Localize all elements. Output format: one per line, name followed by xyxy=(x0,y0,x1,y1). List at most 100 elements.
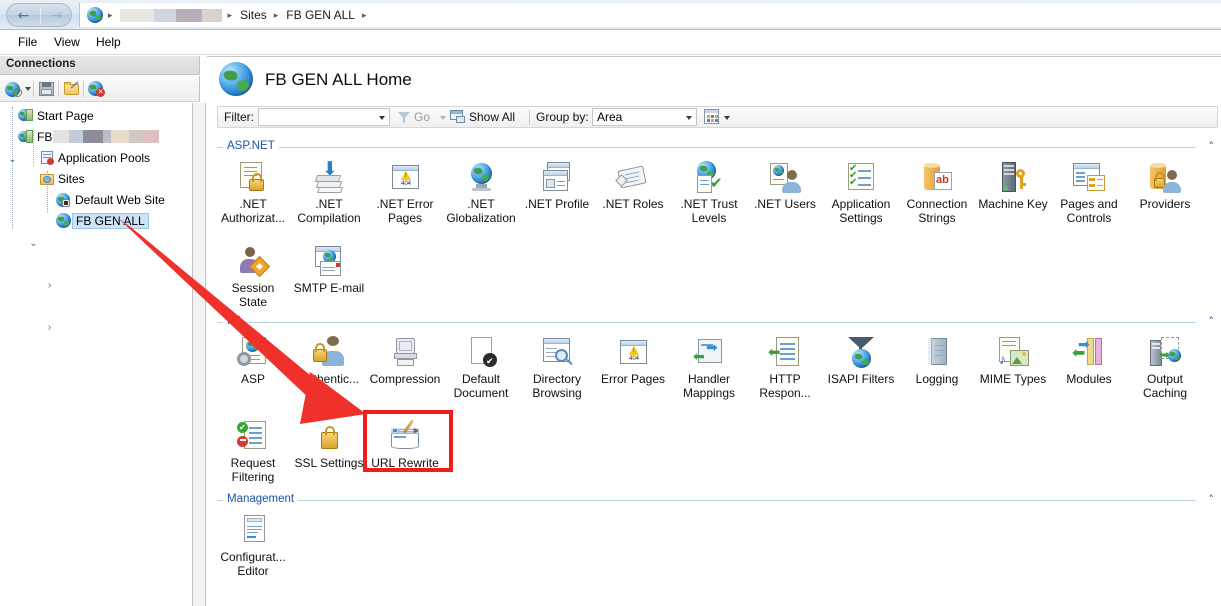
tile-authentication[interactable]: Authentic... xyxy=(293,336,365,386)
tile-connection-strings[interactable]: ab Connection Strings xyxy=(901,161,973,225)
chevron-down-icon[interactable] xyxy=(379,116,385,120)
connections-tree[interactable]: Start Page ⌄ FB Application Pools ⌄ Site… xyxy=(0,103,193,606)
menu-bar: File View Help xyxy=(0,30,1221,55)
section-collapse-chevron[interactable]: ˄ xyxy=(1209,140,1215,153)
tree-item-server[interactable]: ⌄ FB xyxy=(0,126,160,165)
tile-label: SMTP E-mail xyxy=(293,281,365,295)
section-collapse-chevron[interactable]: ˄ xyxy=(1209,315,1215,328)
tile-net-users[interactable]: .NET Users xyxy=(749,161,821,211)
tile-label: Modules xyxy=(1066,372,1112,386)
tile-providers[interactable]: Providers xyxy=(1129,161,1201,211)
chevron-right-icon[interactable]: › xyxy=(44,322,55,333)
tile-label: .NET Compilation xyxy=(297,197,361,225)
go-dropdown-caret[interactable] xyxy=(440,116,446,120)
forward-button[interactable]: → xyxy=(40,8,73,24)
tile-net-trust-levels[interactable]: ✔ .NET Trust Levels xyxy=(673,161,745,225)
menu-help[interactable]: Help xyxy=(90,34,127,51)
tile-label: Directory Browsing xyxy=(532,372,582,400)
chevron-right-icon[interactable]: › xyxy=(44,280,55,291)
tile-label: ASP xyxy=(240,372,265,386)
tile-modules[interactable]: ⬅ ➡ Modules xyxy=(1053,336,1125,386)
filter-input[interactable] xyxy=(258,108,390,126)
directory-browsing-icon xyxy=(540,336,574,370)
tile-net-error-pages[interactable]: 404 .NET Error Pages xyxy=(369,161,441,225)
breadcrumb-separator[interactable]: ▸ xyxy=(103,10,119,21)
tile-ssl-settings[interactable]: SSL Settings xyxy=(293,420,365,470)
tile-net-globalization[interactable]: .NET Globalization xyxy=(445,161,517,225)
breadcrumb-separator[interactable]: ▸ xyxy=(357,10,373,21)
connect-dropdown-caret[interactable] xyxy=(25,87,31,91)
tile-label: .NET Users xyxy=(754,197,816,211)
tile-default-document[interactable]: ✔ Default Document xyxy=(445,336,517,400)
globe-delete-icon[interactable]: ✕ xyxy=(88,80,106,98)
tile-error-pages[interactable]: 404 Error Pages xyxy=(597,336,669,386)
tree-label: FB xyxy=(37,129,53,144)
tile-output-caching[interactable]: ➡ Output Caching xyxy=(1129,336,1201,400)
tile-pages-and-controls[interactable]: Pages and Controls xyxy=(1053,161,1125,225)
tile-application-settings[interactable]: ✔ ✔ ✔ Application Settings xyxy=(825,161,897,225)
tree-item-default-web-site[interactable]: › Default Web Site xyxy=(0,189,165,292)
tile-mime-types[interactable]: ♪ MIME Types xyxy=(977,336,1049,386)
tile-handler-mappings[interactable]: ➡ ⬅ Handler Mappings xyxy=(673,336,745,400)
breadcrumb-item-site[interactable]: FB GEN ALL xyxy=(284,8,357,22)
menu-file[interactable]: File xyxy=(12,34,43,51)
go-button[interactable]: Go xyxy=(414,110,430,124)
tile-directory-browsing[interactable]: Directory Browsing xyxy=(521,336,593,400)
tile-http-response-headers[interactable]: ⬅ HTTP Respon... xyxy=(749,336,821,400)
compression-icon xyxy=(388,336,422,370)
tile-isapi-filters[interactable]: ISAPI Filters xyxy=(825,336,897,386)
tile-smtp-email[interactable]: SMTP E-mail xyxy=(293,245,365,295)
group-by-select[interactable]: Area xyxy=(592,108,697,126)
show-all-button[interactable]: Show All xyxy=(469,110,515,124)
show-all-icon[interactable] xyxy=(450,110,466,124)
globe-search-icon[interactable] xyxy=(5,80,23,98)
tree-item-sites[interactable]: ⌄ Sites xyxy=(0,168,85,250)
chevron-down-icon[interactable]: ⌄ xyxy=(28,238,39,249)
connections-scrollbar[interactable] xyxy=(193,103,206,606)
section-collapse-chevron[interactable]: ˄ xyxy=(1209,493,1215,506)
tile-label: .NET Profile xyxy=(524,197,590,211)
tree-label: Default Web Site xyxy=(75,192,165,207)
net-authorization-icon xyxy=(236,161,270,195)
tile-session-state[interactable]: Session State xyxy=(217,245,289,309)
globe-icon xyxy=(87,7,103,23)
folder-pencil-icon[interactable] xyxy=(63,80,81,98)
tile-net-authorization[interactable]: .NET Authorizat... xyxy=(217,161,289,225)
net-compilation-icon: ⬇ xyxy=(312,160,346,195)
tile-net-compilation[interactable]: ⬇ .NET Compilation xyxy=(293,160,365,226)
breadcrumb-item-sites[interactable]: Sites xyxy=(238,8,269,22)
chevron-down-icon[interactable] xyxy=(686,116,692,120)
view-mode-icon[interactable] xyxy=(704,109,719,124)
tree-label: Sites xyxy=(58,171,85,186)
tile-asp[interactable]: ASP xyxy=(217,336,289,386)
net-trust-levels-icon: ✔ xyxy=(692,161,726,195)
group-by-value: Area xyxy=(597,110,623,124)
handler-mappings-icon: ➡ ⬅ xyxy=(692,336,726,370)
breadcrumb[interactable]: ▸ ▸ Sites ▸ FB GEN ALL ▸ xyxy=(79,3,1221,27)
connections-panel: Connections ✕ Start Page ⌄ FB Applicatio… xyxy=(0,56,206,606)
breadcrumb-separator[interactable]: ▸ xyxy=(269,10,285,21)
page-header: FB GEN ALL Home xyxy=(207,57,1221,105)
view-dropdown-caret[interactable] xyxy=(724,116,730,120)
tile-net-profile[interactable]: .NET Profile xyxy=(521,161,593,211)
breadcrumb-separator[interactable]: ▸ xyxy=(223,10,239,21)
tile-logging[interactable]: Logging xyxy=(901,336,973,386)
tree-label-selected: FB GEN ALL xyxy=(72,212,149,229)
floppy-icon[interactable] xyxy=(38,80,56,98)
tile-configuration-editor[interactable]: Configurat... Editor xyxy=(217,514,289,578)
toolbar-separator xyxy=(33,81,34,97)
tree-item-fb-gen-all[interactable]: › FB GEN ALL xyxy=(0,210,149,333)
tile-net-roles[interactable]: .NET Roles xyxy=(597,161,669,211)
tile-machine-key[interactable]: Machine Key xyxy=(977,161,1049,211)
tile-request-filtering[interactable]: ✔ Request Filtering xyxy=(217,420,289,484)
menu-view[interactable]: View xyxy=(48,34,86,51)
tile-label: SSL Settings xyxy=(294,456,364,470)
tree-item-application-pools[interactable]: Application Pools xyxy=(0,147,150,168)
net-users-icon xyxy=(768,161,802,195)
funnel-icon xyxy=(398,112,410,123)
tile-compression[interactable]: Compression xyxy=(369,336,441,386)
modules-icon: ⬅ ➡ xyxy=(1072,336,1106,370)
tree-item-start-page[interactable]: Start Page xyxy=(0,105,94,126)
section-divider xyxy=(217,500,1196,501)
back-button[interactable]: ← xyxy=(7,8,40,24)
